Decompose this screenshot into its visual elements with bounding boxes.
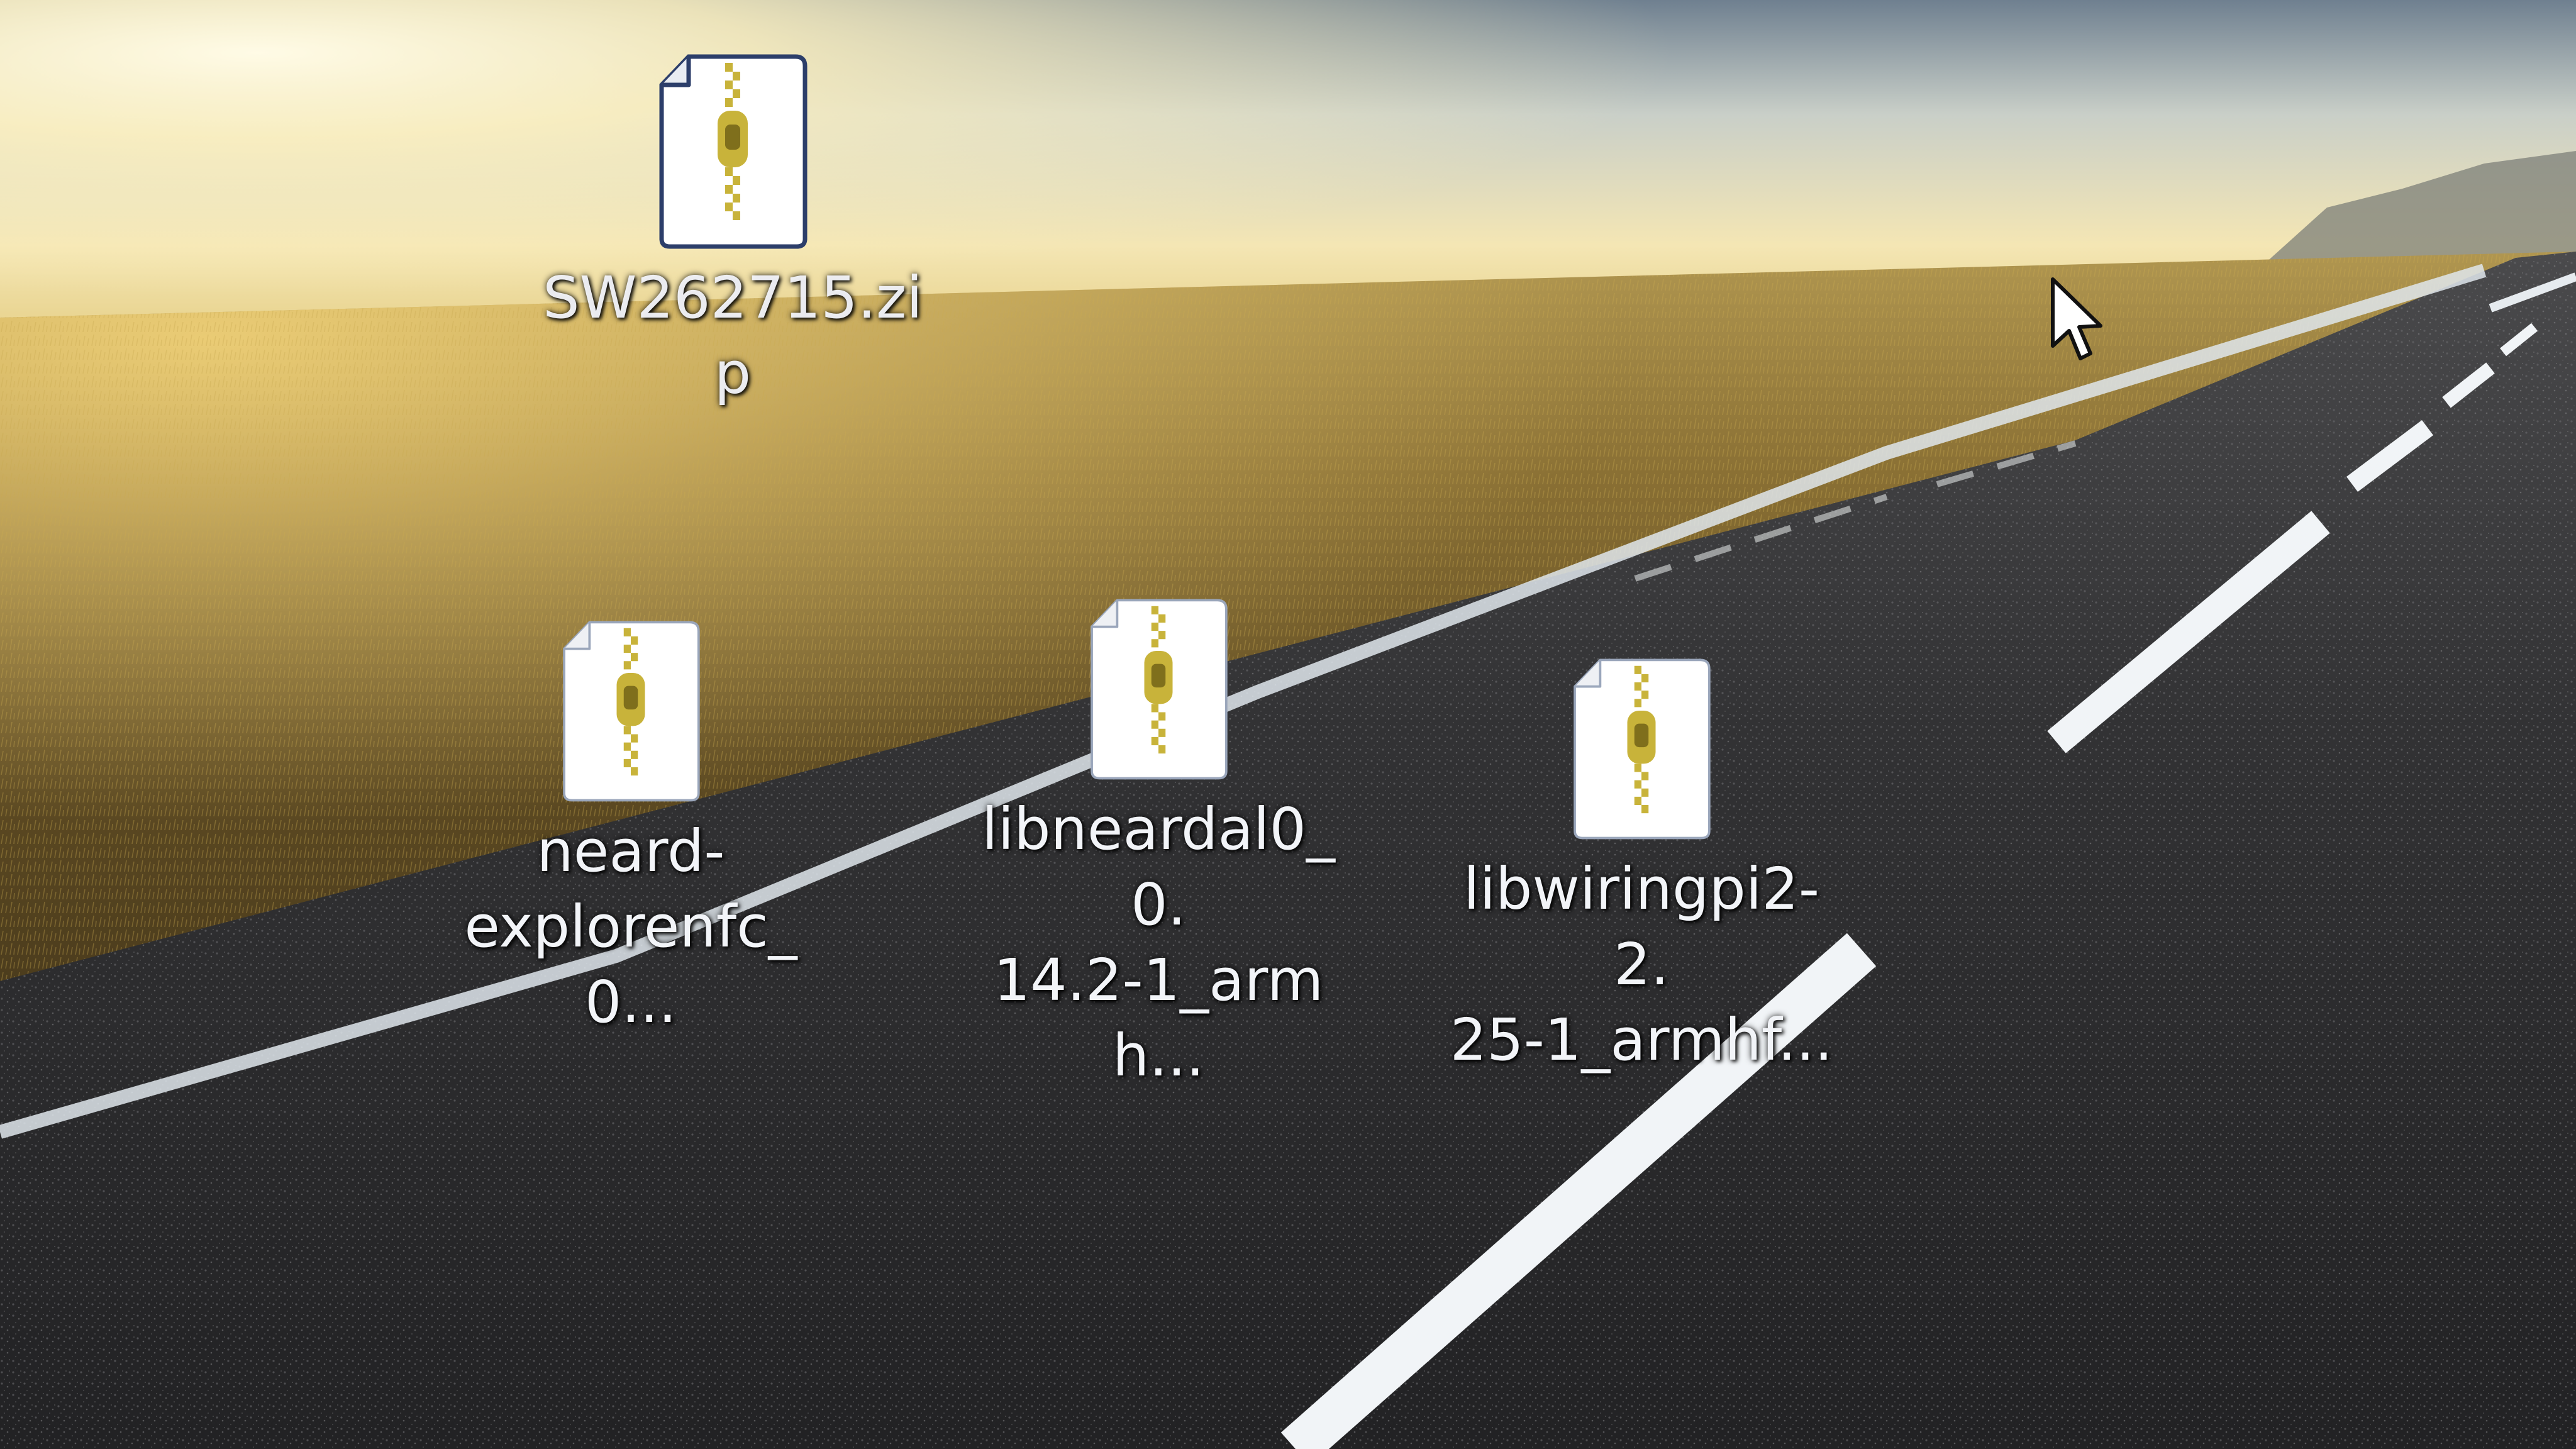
desktop-file-libneardal0[interactable]: libneardal0_0. 14.2-1_armh... bbox=[963, 594, 1353, 1094]
desktop-file-neard-explorenfc[interactable]: neard- explorenfc_0... bbox=[436, 616, 826, 1040]
zip-archive-icon bbox=[659, 54, 808, 249]
zip-archive-icon bbox=[1091, 599, 1228, 780]
mouse-pointer-icon bbox=[2051, 277, 2102, 360]
desktop-file-label: neard- explorenfc_0... bbox=[464, 818, 797, 1036]
desktop-file-label: SW262715.zi p bbox=[543, 264, 923, 407]
zip-archive-icon bbox=[563, 621, 700, 802]
desktop-file-libwiringpi2[interactable]: libwiringpi2-2. 25-1_armhf... bbox=[1446, 654, 1836, 1078]
desktop[interactable]: SW262715.zi p neard- explorenfc_0... lib… bbox=[0, 0, 2576, 1449]
desktop-file-label: libneardal0_0. 14.2-1_armh... bbox=[982, 796, 1335, 1089]
zip-archive-icon bbox=[1574, 658, 1711, 840]
desktop-file-label: libwiringpi2-2. 25-1_armhf... bbox=[1450, 855, 1833, 1074]
desktop-file-sw262715-zip[interactable]: SW262715.zi p bbox=[538, 50, 928, 411]
